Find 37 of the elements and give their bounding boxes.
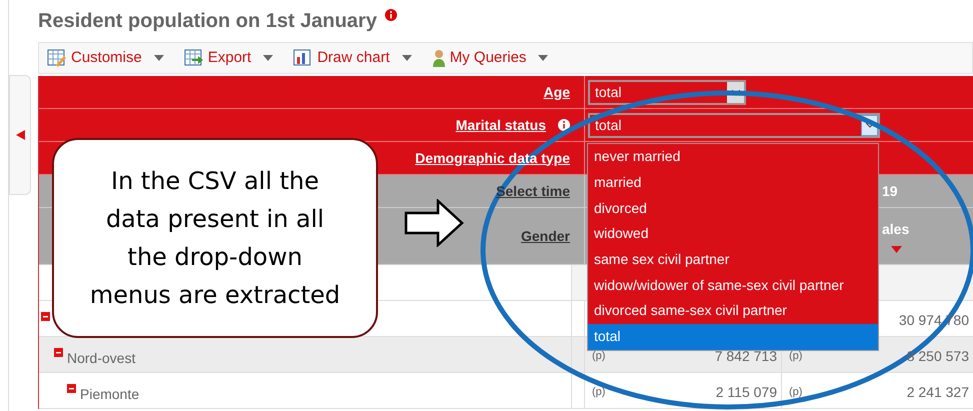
value-text: 2 115 079 xyxy=(716,383,777,402)
filter-label-link[interactable]: Marital status xyxy=(456,114,546,136)
arrow-right-icon xyxy=(404,199,464,247)
caret-icon xyxy=(263,55,274,61)
flag-text: (p) xyxy=(592,385,606,400)
flag-text: (p) xyxy=(592,349,606,364)
collapse-icon[interactable] xyxy=(67,384,76,393)
filter-label-link[interactable]: Age xyxy=(544,82,570,102)
flag-text: (p) xyxy=(789,349,802,364)
caret-icon xyxy=(402,55,412,61)
info-icon[interactable] xyxy=(558,119,570,131)
table-pencil-icon xyxy=(47,49,67,67)
chart-icon xyxy=(293,49,314,67)
dropdown-option[interactable]: total xyxy=(588,324,878,350)
toolbar-menu-button[interactable]: Export xyxy=(184,46,274,70)
value-text: 2 241 327 xyxy=(906,383,969,402)
collapse-icon[interactable] xyxy=(41,312,50,321)
callout-text: In the CSV all the data present in all the drop-down menus are extracted xyxy=(90,166,340,311)
table-arrow-icon xyxy=(184,49,204,67)
info-icon[interactable] xyxy=(384,9,397,21)
caret-icon xyxy=(538,55,548,61)
value-text: 7 842 713 xyxy=(714,347,777,366)
column-header-text: ales xyxy=(882,220,910,239)
header-label-link[interactable]: Gender xyxy=(520,226,570,246)
row-label: Nord-ovest xyxy=(67,349,136,368)
select-field[interactable]: total xyxy=(588,112,880,138)
toolbar-menu-button[interactable]: Draw chart xyxy=(293,46,412,70)
row-label: Piemonte xyxy=(80,385,140,404)
collapse-icon[interactable] xyxy=(54,348,63,357)
toolbar-menu-button[interactable]: Customise xyxy=(47,46,164,70)
caret-icon xyxy=(154,55,164,61)
page-title: Resident population on 1st January xyxy=(38,9,377,34)
flag-text: (p) xyxy=(789,385,802,400)
collapse-left-icon xyxy=(16,130,24,140)
person-icon xyxy=(432,49,446,67)
toolbar-menu-button[interactable]: My Queries xyxy=(432,46,548,70)
column-header-text: 19 xyxy=(882,182,899,200)
